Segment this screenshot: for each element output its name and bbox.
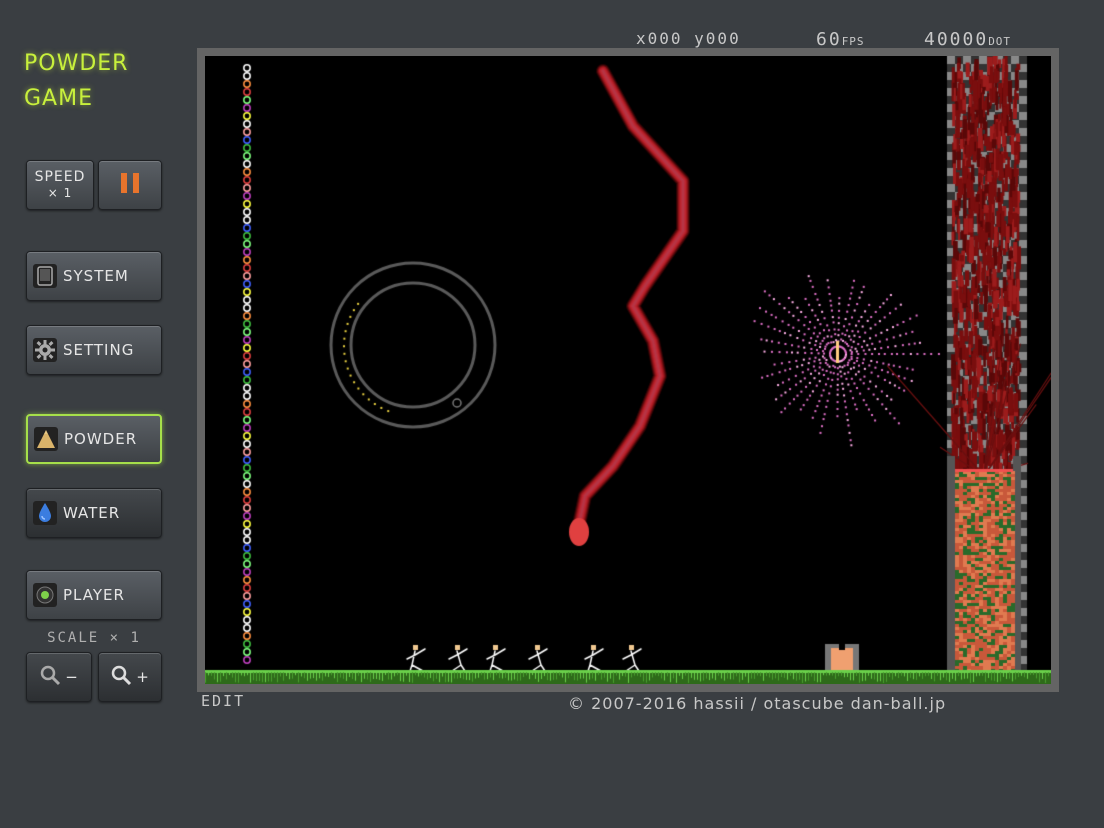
system-label: SYSTEM [63, 267, 129, 285]
zoom-in-sign: + [136, 668, 150, 686]
water-label: WATER [63, 504, 121, 522]
zoom-out-sign: − [65, 668, 79, 686]
system-button[interactable]: SYSTEM [26, 251, 162, 301]
setting-label: SETTING [63, 341, 135, 359]
pause-icon [118, 173, 142, 197]
fps-readout: 60FPS [816, 29, 865, 50]
fps-value: 60 [816, 29, 842, 50]
zoom-in-button[interactable]: + [98, 652, 162, 702]
game-logo: POWDER GAME [24, 46, 128, 116]
dot-count-readout: 40000DOT [924, 29, 1011, 50]
logo-line-1: POWDER [24, 51, 129, 76]
powder-button[interactable]: POWDER [26, 414, 162, 464]
game-stage-frame[interactable] [197, 48, 1059, 692]
tablet-icon [33, 264, 57, 288]
speed-multiplier: × 1 [47, 186, 73, 200]
edit-label[interactable]: EDIT [201, 692, 245, 710]
speed-button[interactable]: SPEED × 1 [26, 160, 94, 210]
zoom-out-button[interactable]: − [26, 652, 92, 702]
copyright-text: © 2007-2016 hassii / otascube dan-ball.j… [568, 694, 947, 713]
game-stage-canvas[interactable] [205, 56, 1051, 684]
pause-button[interactable] [98, 160, 162, 210]
player-button[interactable]: PLAYER [26, 570, 162, 620]
water-button[interactable]: WATER [26, 488, 162, 538]
fps-unit: FPS [841, 35, 865, 48]
gear-icon [33, 338, 57, 362]
player-label: PLAYER [63, 586, 125, 604]
setting-button[interactable]: SETTING [26, 325, 162, 375]
zoom-in-icon [110, 664, 132, 690]
cursor-coordinates: x000 y000 [636, 29, 741, 48]
speed-label: SPEED [34, 169, 86, 185]
dot-unit: DOT [988, 35, 1012, 48]
logo-line-2: GAME [24, 86, 93, 111]
powder-pile-icon [34, 427, 58, 451]
dot-value: 40000 [924, 29, 989, 50]
water-drop-icon [33, 501, 57, 525]
powder-label: POWDER [64, 430, 138, 448]
zoom-out-icon [39, 664, 61, 690]
player-dot-icon [33, 583, 57, 607]
scale-label: SCALE × 1 [47, 630, 141, 646]
